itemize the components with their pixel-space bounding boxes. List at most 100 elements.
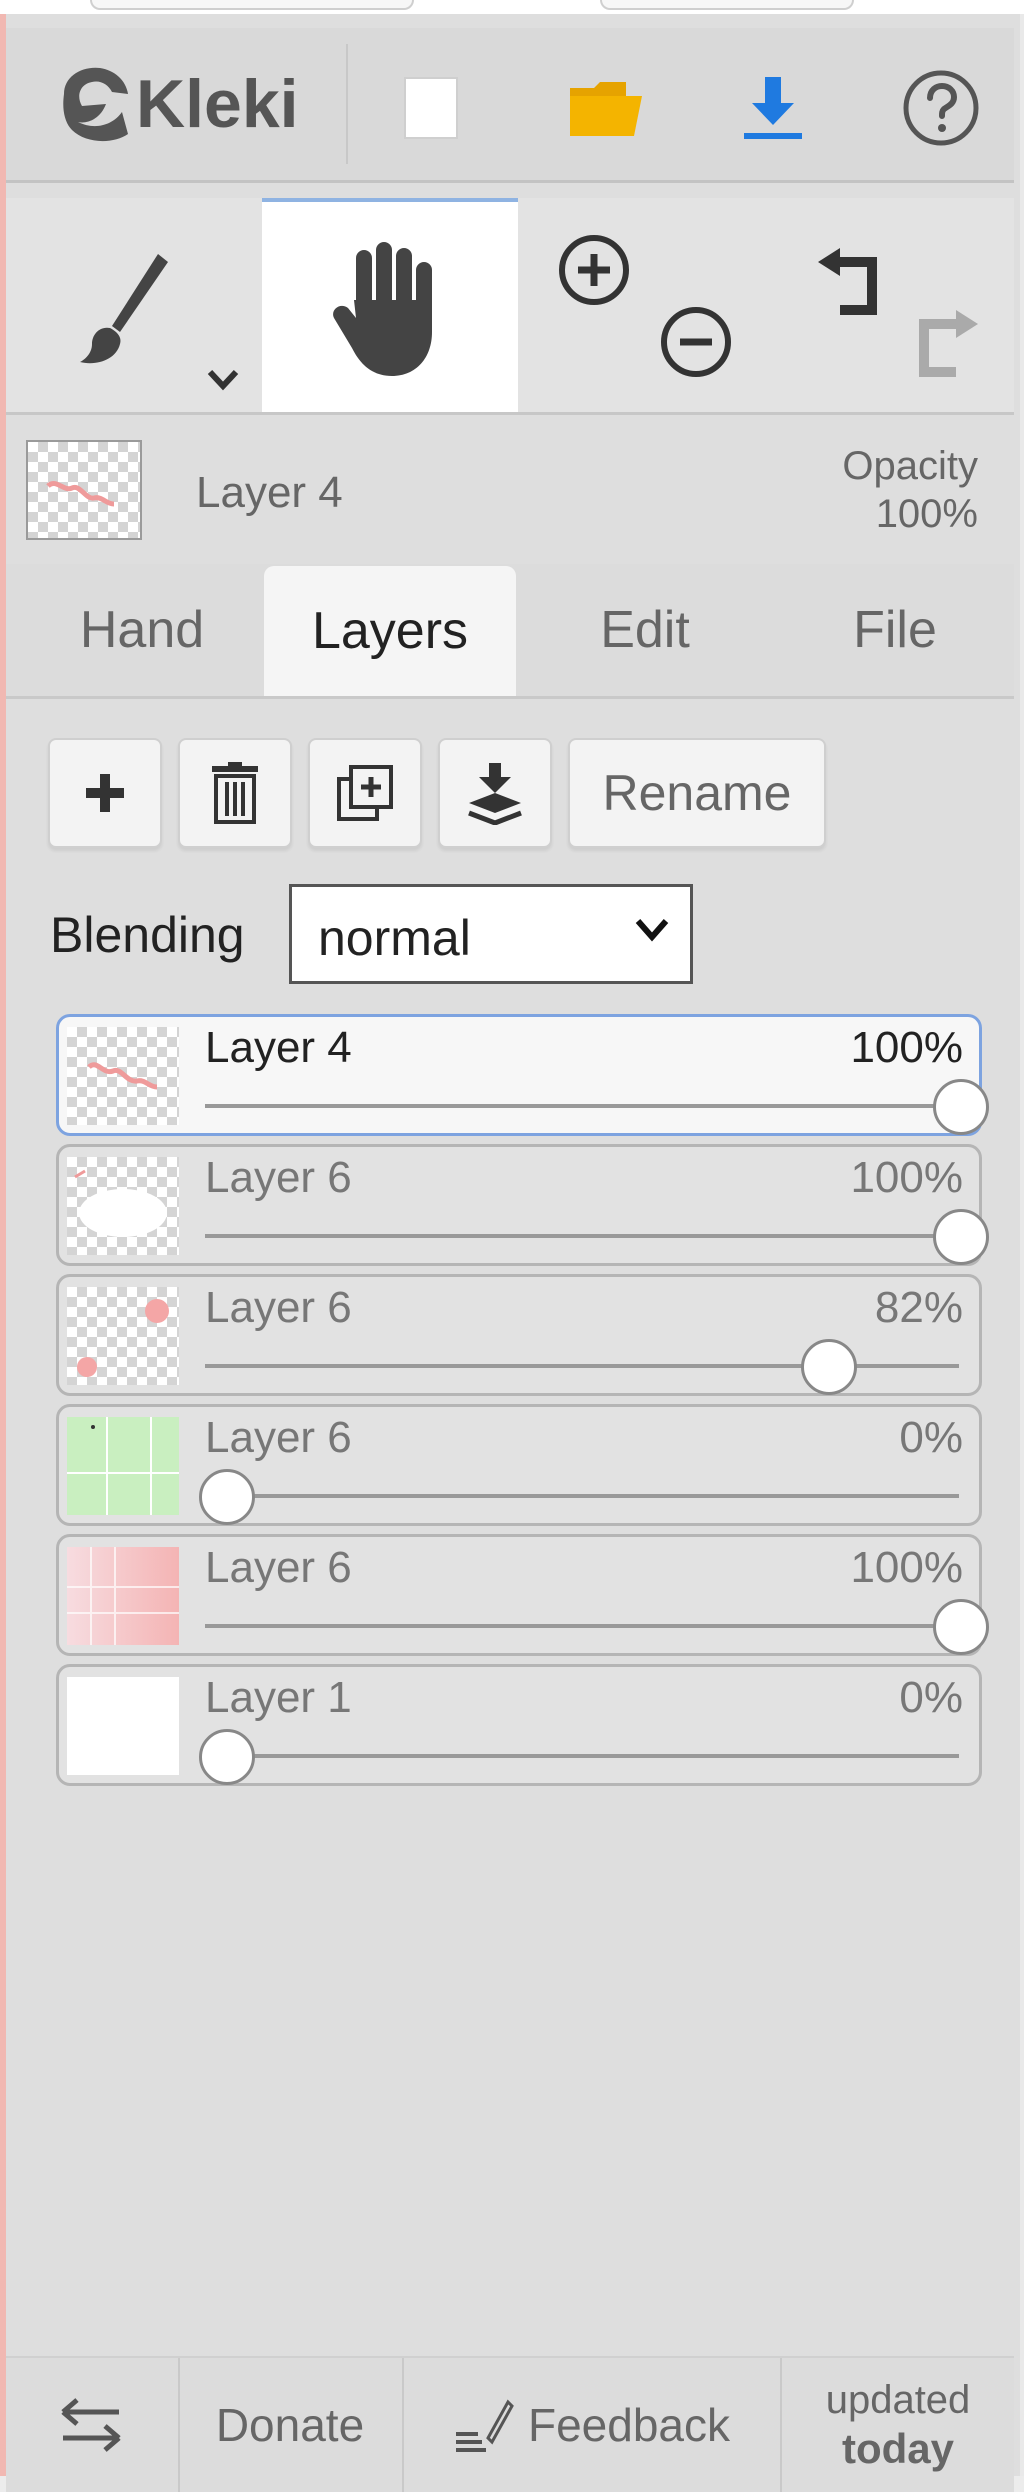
layer-opacity-value: 82% — [874, 1283, 963, 1332]
layer-thumbnail — [26, 440, 142, 540]
hand-tool-button[interactable] — [262, 198, 518, 412]
layer-row[interactable]: Layer 1 0% — [56, 1664, 982, 1786]
tab-label: Hand — [79, 601, 205, 659]
layer-name: Layer 6 — [205, 1543, 352, 1592]
folder-icon — [570, 82, 642, 136]
add-layer-button[interactable] — [48, 738, 162, 848]
layer-opacity-slider-handle[interactable] — [933, 1209, 989, 1265]
panel-tabs: Hand Layers Edit File — [6, 564, 1014, 699]
trash-icon — [212, 762, 258, 824]
duplicate-icon — [337, 765, 393, 821]
feedback-button[interactable]: Feedback — [404, 2358, 778, 2492]
blending-label: Blending — [50, 907, 245, 963]
layer-row[interactable]: Layer 6 0% — [56, 1404, 982, 1526]
kleki-logo[interactable]: Kleki — [56, 64, 299, 144]
hand-icon — [333, 242, 432, 376]
help-button[interactable] — [896, 68, 986, 148]
opacity-label: Opacity — [842, 444, 978, 488]
layer-row[interactable]: Layer 6 82% — [56, 1274, 982, 1396]
layer-opacity-slider-handle[interactable] — [199, 1469, 255, 1525]
layer-row[interactable]: Layer 4 100% — [56, 1014, 989, 1136]
layer-opacity-slider[interactable] — [205, 1494, 959, 1498]
tab-hand[interactable]: Hand — [26, 564, 258, 696]
layer-name: Layer 6 — [205, 1283, 352, 1332]
kleki-logo-icon — [63, 67, 128, 142]
chevron-down-icon — [635, 919, 669, 942]
save-download-button[interactable] — [728, 68, 818, 148]
tab-label: Layers — [311, 602, 469, 660]
opacity-value: 100% — [875, 492, 978, 536]
plus-icon — [86, 774, 124, 812]
redo-icon[interactable] — [906, 306, 986, 386]
layer-thumbnail — [67, 1417, 179, 1515]
layer-opacity-value: 100% — [850, 1543, 963, 1592]
brush-icon — [80, 254, 168, 364]
zoom-out-icon[interactable] — [658, 304, 734, 380]
layer-opacity-slider[interactable] — [205, 1104, 959, 1108]
layer-opacity-slider-handle[interactable] — [199, 1729, 255, 1785]
browser-tab-edge — [600, 0, 854, 10]
undo-icon[interactable] — [810, 244, 890, 324]
feedback-label: Feedback — [527, 2399, 730, 2451]
zoom-in-icon[interactable] — [556, 232, 632, 308]
layer-thumbnail — [67, 1157, 179, 1255]
layer-opacity-value: 0% — [899, 1413, 963, 1462]
current-layer-info: Layer 4 Opacity 100% — [6, 414, 1014, 564]
layer-opacity-slider-handle[interactable] — [933, 1599, 989, 1655]
layer-name: Layer 6 — [205, 1413, 352, 1462]
tab-edit[interactable]: Edit — [520, 564, 770, 696]
updated-notice[interactable]: updated today — [782, 2358, 1014, 2492]
layer-thumbnail — [67, 1287, 179, 1385]
header-divider — [346, 44, 348, 164]
layer-thumbnail — [67, 1677, 179, 1775]
merge-down-button[interactable] — [438, 738, 552, 848]
layer-opacity-slider[interactable] — [205, 1754, 959, 1758]
brush-tool-button[interactable] — [6, 198, 262, 412]
download-icon — [744, 77, 802, 139]
browser-top-strip — [0, 0, 1024, 14]
swap-side-button[interactable] — [6, 2358, 176, 2492]
layer-opacity-slider-handle[interactable] — [933, 1079, 989, 1135]
rename-label: Rename — [602, 765, 792, 821]
layer-name: Layer 1 — [205, 1673, 352, 1722]
layer-opacity-value: 0% — [899, 1673, 963, 1722]
tab-label: Edit — [600, 601, 690, 659]
side-panel: Kleki Layer 4 Opacity 100% Hand Layers E… — [6, 14, 1024, 2492]
layer-name: Layer 6 — [205, 1153, 352, 1202]
donate-label: Donate — [215, 2399, 365, 2451]
duplicate-layer-button[interactable] — [308, 738, 422, 848]
donate-button[interactable]: Donate — [180, 2358, 400, 2492]
merge-down-icon — [468, 763, 522, 825]
blending-value: normal — [318, 910, 471, 966]
browser-tab-edge — [90, 0, 414, 10]
layer-name: Layer 4 — [205, 1023, 352, 1072]
layer-thumbnail — [67, 1547, 179, 1645]
layer-opacity-value: 100% — [850, 1153, 963, 1202]
blending-select[interactable]: normal — [289, 884, 693, 984]
layer-row[interactable]: Layer 6 100% — [56, 1534, 989, 1656]
layer-thumbnail — [67, 1027, 179, 1125]
layer-opacity-slider[interactable] — [205, 1624, 959, 1628]
header-bar: Kleki — [6, 28, 1014, 183]
updated-line1: updated — [825, 2378, 971, 2422]
layer-opacity-slider-handle[interactable] — [800, 1339, 857, 1395]
tab-file[interactable]: File — [776, 564, 1014, 696]
new-image-button[interactable] — [386, 68, 476, 148]
history-controls — [796, 198, 1014, 412]
layer-opacity-slider[interactable] — [205, 1234, 959, 1238]
layer-row[interactable]: Layer 6 100% — [56, 1144, 989, 1266]
tool-bar — [6, 198, 1014, 415]
chevron-down-icon[interactable] — [206, 368, 240, 392]
current-layer-name: Layer 4 — [196, 468, 343, 517]
rename-layer-button[interactable]: Rename — [568, 738, 826, 848]
tab-layers[interactable]: Layers — [264, 566, 516, 696]
feedback-pen-icon — [455, 2399, 514, 2452]
new-file-icon — [404, 77, 458, 139]
zoom-controls — [536, 198, 756, 412]
open-file-button[interactable] — [561, 68, 651, 148]
tab-label: File — [853, 601, 937, 659]
help-icon — [903, 70, 979, 146]
delete-layer-button[interactable] — [178, 738, 292, 848]
swap-arrows-icon — [61, 2398, 121, 2452]
updated-line2: today — [841, 2425, 954, 2472]
